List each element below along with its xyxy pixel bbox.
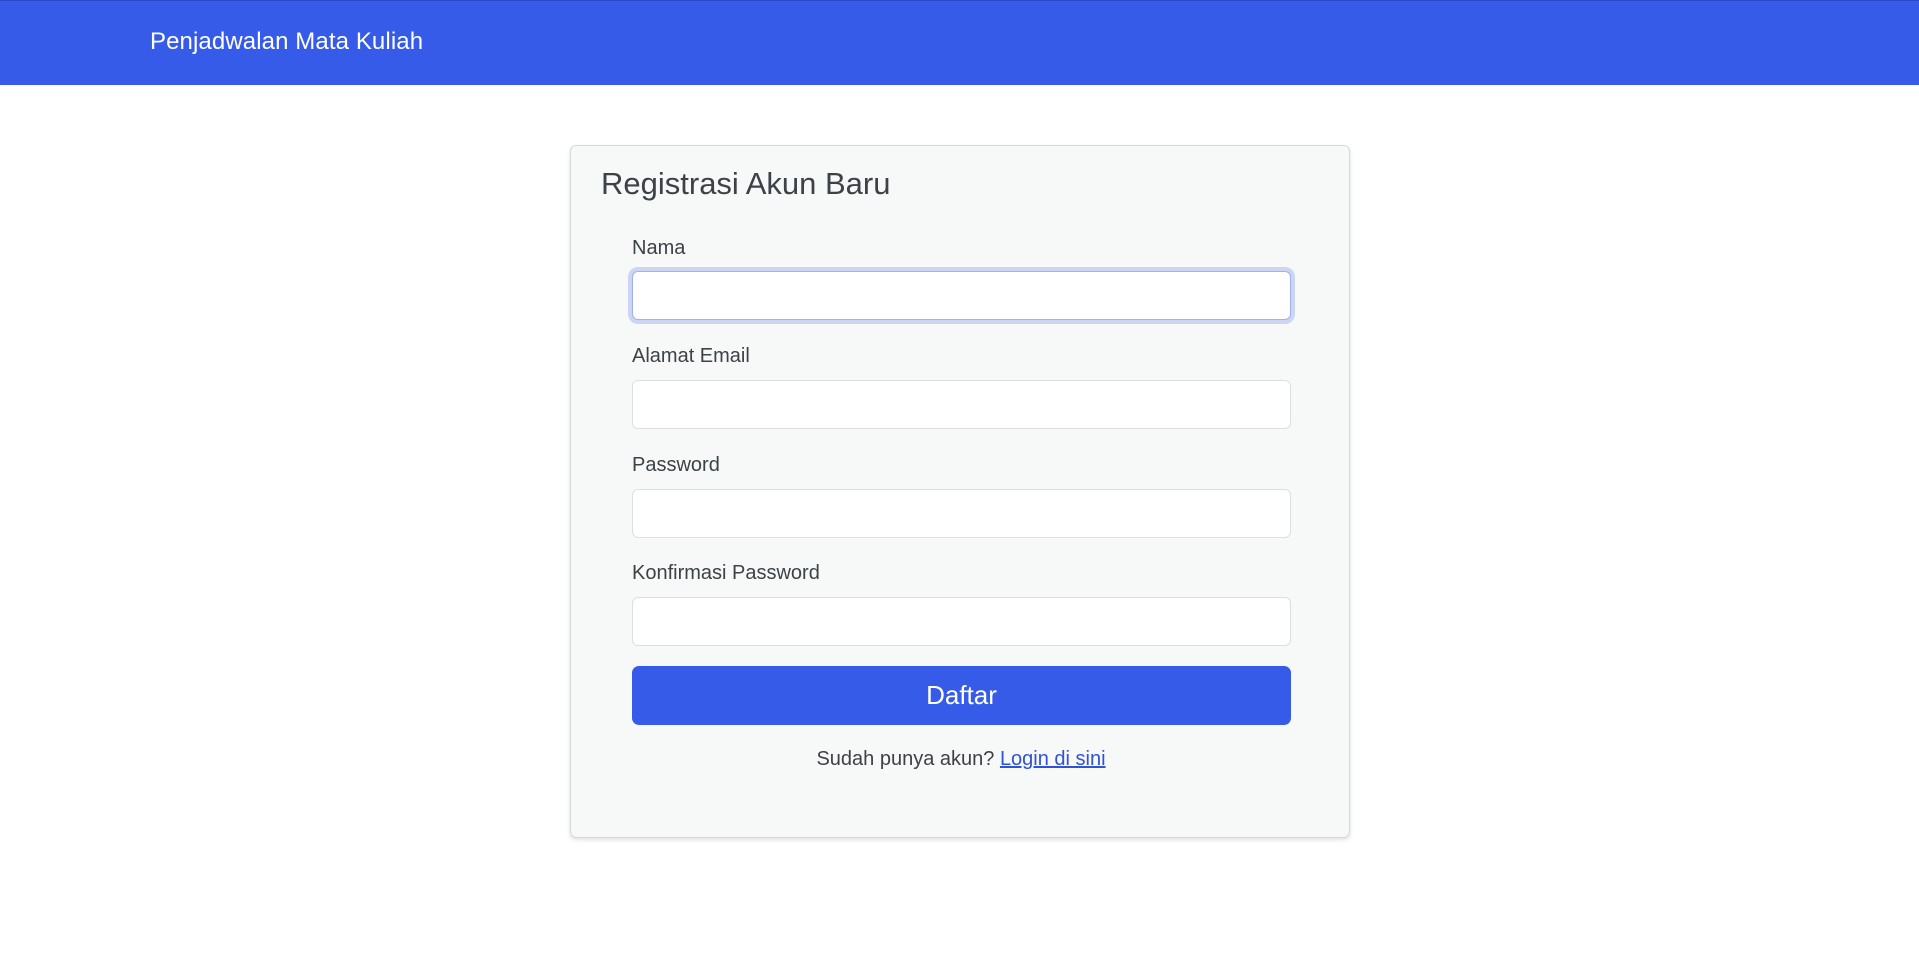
registration-card: Registrasi Akun Baru Nama Alamat Email P…: [570, 145, 1350, 838]
form-title: Registrasi Akun Baru: [601, 166, 891, 201]
login-prompt-text: Sudah punya akun?: [816, 748, 995, 770]
register-button[interactable]: Daftar: [632, 666, 1291, 725]
confirm-password-label: Konfirmasi Password: [632, 562, 820, 584]
navbar-brand[interactable]: Penjadwalan Mata Kuliah: [150, 28, 423, 56]
password-label: Password: [632, 454, 720, 476]
navbar: Penjadwalan Mata Kuliah: [0, 0, 1919, 85]
email-input[interactable]: [632, 380, 1291, 429]
login-link[interactable]: Login di sini: [1000, 748, 1106, 770]
confirm-password-input[interactable]: [632, 597, 1291, 646]
name-input[interactable]: [632, 271, 1291, 320]
name-label: Nama: [632, 237, 686, 259]
login-prompt-line: Sudah punya akun? Login di sini: [571, 748, 1351, 771]
password-input[interactable]: [632, 489, 1291, 538]
email-label: Alamat Email: [632, 345, 750, 367]
